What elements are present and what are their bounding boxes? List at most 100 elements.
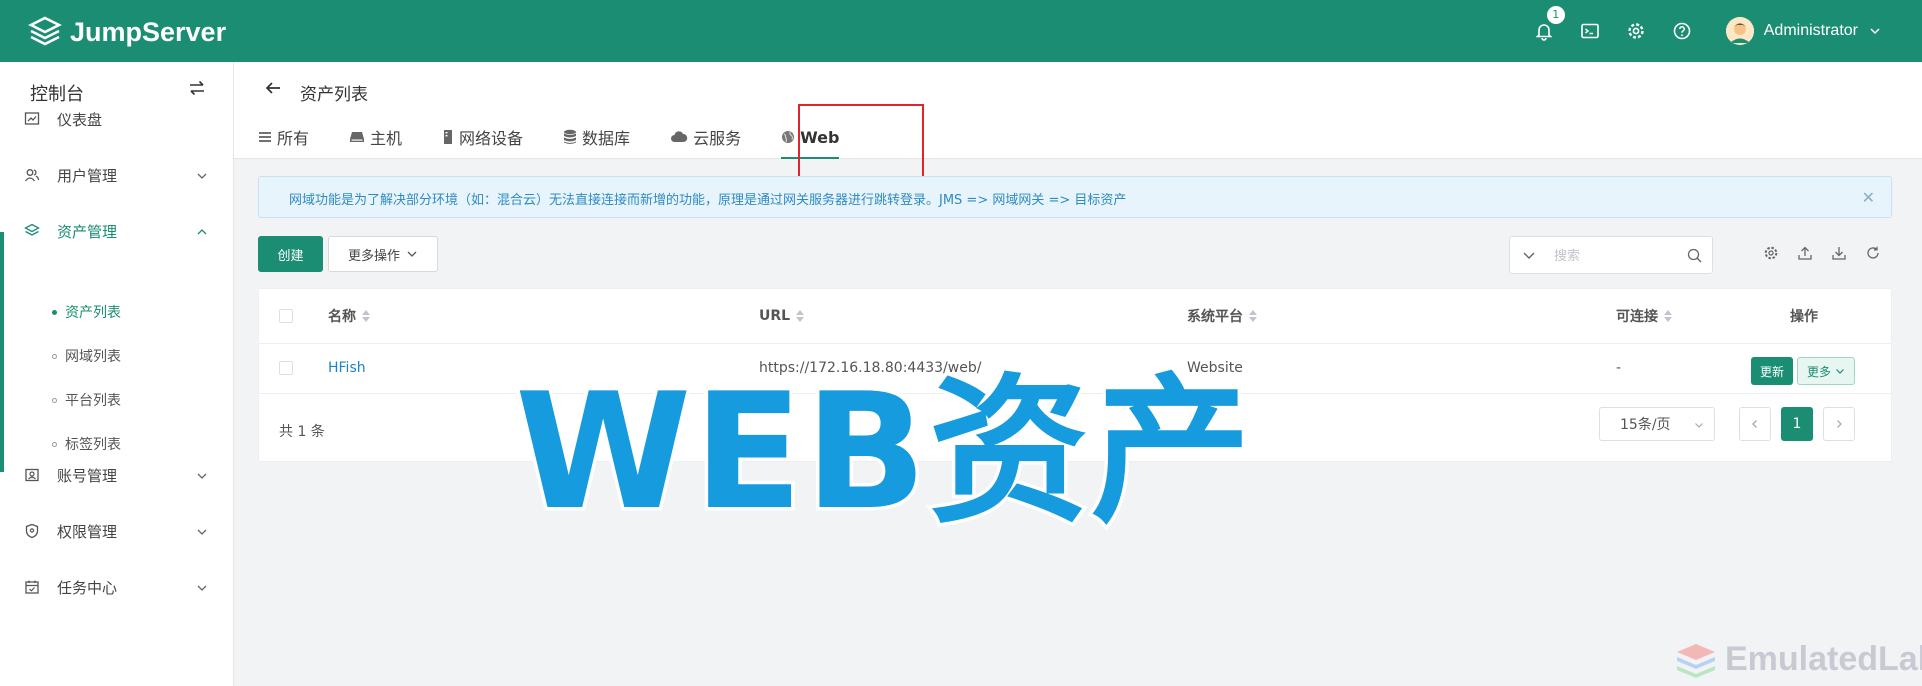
sidebar-subitem-domain-list[interactable]: 网域列表 bbox=[52, 346, 121, 366]
network-device-icon bbox=[444, 130, 453, 144]
row-checkbox[interactable] bbox=[279, 361, 293, 375]
notifications-button[interactable]: 1 bbox=[1534, 6, 1565, 41]
refresh-button[interactable] bbox=[1865, 245, 1881, 261]
tab-database[interactable]: 数据库 bbox=[563, 122, 630, 152]
page-header: 资产列表 所有 主机 网络设备 数据库 云服务 Web bbox=[234, 62, 1922, 159]
avatar bbox=[1725, 17, 1754, 45]
chevron-down-icon bbox=[1870, 28, 1880, 35]
sidebar-item-users[interactable]: 用户管理 bbox=[0, 147, 233, 203]
column-header-connectable[interactable]: 可连接 bbox=[1616, 289, 1672, 343]
column-header-platform[interactable]: 系统平台 bbox=[1187, 289, 1257, 343]
next-page-button[interactable] bbox=[1823, 407, 1855, 441]
sidebar-item-label: 账号管理 bbox=[57, 466, 118, 485]
select-all-checkbox[interactable] bbox=[279, 309, 293, 323]
tab-network-device[interactable]: 网络设备 bbox=[442, 122, 523, 152]
settings-button[interactable] bbox=[1626, 21, 1646, 41]
arrow-left-icon bbox=[265, 82, 280, 94]
tab-cloud[interactable]: 云服务 bbox=[670, 122, 741, 152]
chevron-down-icon bbox=[197, 585, 207, 591]
prev-page-button[interactable] bbox=[1739, 407, 1771, 441]
bullet-icon bbox=[52, 441, 57, 447]
shield-icon bbox=[25, 523, 39, 539]
sidebar-subitem-label: 平台列表 bbox=[65, 393, 121, 409]
search-input[interactable] bbox=[1552, 245, 1686, 267]
sidebar-item-label: 权限管理 bbox=[57, 522, 118, 541]
cloud-icon bbox=[671, 131, 688, 142]
search-box[interactable] bbox=[1509, 236, 1713, 274]
database-icon bbox=[564, 129, 577, 144]
column-settings-button[interactable] bbox=[1763, 245, 1779, 261]
sidebar-item-accounts[interactable]: 账号管理 bbox=[0, 447, 233, 503]
gear-icon bbox=[1628, 23, 1644, 39]
username: Administrator bbox=[1763, 22, 1858, 39]
tab-label: 网络设备 bbox=[459, 129, 524, 148]
column-header-label: 操作 bbox=[1790, 309, 1818, 325]
more-actions-button[interactable]: 更多操作 bbox=[328, 236, 438, 272]
alert-text: 网域功能是为了解决部分环境（如：混合云）无法直接连接而新增的功能，原理是通过网关… bbox=[289, 193, 1127, 208]
asset-connectable: - bbox=[1616, 360, 1622, 376]
calendar-icon bbox=[25, 580, 39, 594]
create-button[interactable]: 创建 bbox=[258, 236, 323, 272]
chevron-down-icon bbox=[197, 173, 207, 179]
terminal-icon bbox=[1580, 23, 1599, 39]
brand-logo[interactable]: JumpServer bbox=[28, 15, 226, 49]
upload-icon bbox=[1798, 246, 1812, 260]
update-button[interactable]: 更新 bbox=[1751, 357, 1793, 385]
web-terminal-button[interactable] bbox=[1580, 21, 1600, 41]
tab-all[interactable]: 所有 bbox=[258, 122, 309, 152]
asset-name-link[interactable]: HFish bbox=[328, 343, 366, 393]
column-header-label: 名称 bbox=[328, 309, 356, 325]
page-size-select[interactable]: 15条/页 bbox=[1599, 407, 1715, 441]
sidebar-subitem-asset-list[interactable]: 资产列表 bbox=[52, 302, 121, 322]
sort-icon bbox=[796, 310, 805, 322]
chevron-down-icon bbox=[197, 529, 207, 535]
sidebar-item-label: 资产管理 bbox=[57, 222, 118, 241]
page-title: 资产列表 bbox=[300, 85, 368, 105]
chevron-right-icon bbox=[1837, 420, 1842, 428]
import-button[interactable] bbox=[1831, 245, 1847, 261]
search-icon[interactable] bbox=[1687, 248, 1702, 263]
page-number-button[interactable]: 1 bbox=[1781, 407, 1813, 441]
column-header-url[interactable]: URL bbox=[759, 289, 805, 343]
user-avatar-icon bbox=[1725, 17, 1754, 45]
help-icon bbox=[1673, 22, 1691, 40]
row-more-button[interactable]: 更多 bbox=[1797, 357, 1855, 385]
total-count: 共 1 条 bbox=[279, 424, 325, 440]
column-header-actions: 操作 bbox=[1790, 289, 1818, 343]
table-header: 名称 URL 系统平台 可连接 操作 bbox=[259, 289, 1891, 344]
sidebar-item-assets[interactable]: 资产管理 bbox=[0, 203, 233, 259]
globe-icon bbox=[782, 131, 795, 143]
tab-label: 所有 bbox=[277, 129, 310, 148]
user-menu[interactable]: Administrator bbox=[1725, 17, 1882, 45]
info-alert: 网域功能是为了解决部分环境（如：混合云）无法直接连接而新增的功能，原理是通过网关… bbox=[258, 176, 1892, 218]
chevron-down-icon bbox=[1836, 369, 1844, 374]
refresh-icon bbox=[1867, 246, 1879, 259]
tab-host[interactable]: 主机 bbox=[349, 122, 402, 152]
table-tools bbox=[1763, 245, 1899, 261]
help-button[interactable] bbox=[1672, 21, 1692, 41]
sidebar-item-dashboard[interactable]: 仪表盘 bbox=[0, 91, 233, 147]
highlight-box bbox=[798, 104, 924, 182]
sidebar-subitem-label: 资产列表 bbox=[65, 305, 121, 321]
top-navbar: JumpServer 1 Administrator bbox=[0, 0, 1922, 62]
sidebar-item-label: 任务中心 bbox=[57, 578, 118, 597]
back-button[interactable] bbox=[263, 78, 283, 102]
sidebar-item-permissions[interactable]: 权限管理 bbox=[0, 503, 233, 559]
close-icon[interactable]: ✕ bbox=[1862, 188, 1875, 207]
dashboard-icon bbox=[24, 112, 40, 125]
download-icon bbox=[1832, 247, 1846, 260]
row-more-label: 更多 bbox=[1806, 364, 1831, 379]
sort-icon bbox=[362, 310, 370, 322]
overlay-caption: WEB资产 bbox=[512, 358, 1255, 545]
page-size-value: 15条/页 bbox=[1620, 417, 1671, 433]
column-header-name[interactable]: 名称 bbox=[328, 289, 370, 343]
sidebar-item-label: 仪表盘 bbox=[57, 110, 103, 129]
sidebar-item-tasks[interactable]: 任务中心 bbox=[0, 559, 233, 615]
users-icon bbox=[24, 169, 40, 182]
notification-badge: 1 bbox=[1546, 6, 1565, 24]
chevron-down-icon bbox=[407, 251, 417, 257]
chevron-down-icon bbox=[1695, 423, 1703, 428]
export-button[interactable] bbox=[1797, 245, 1813, 261]
chevron-down-icon[interactable] bbox=[1522, 248, 1536, 262]
sidebar-subitem-platform-list[interactable]: 平台列表 bbox=[52, 390, 121, 410]
